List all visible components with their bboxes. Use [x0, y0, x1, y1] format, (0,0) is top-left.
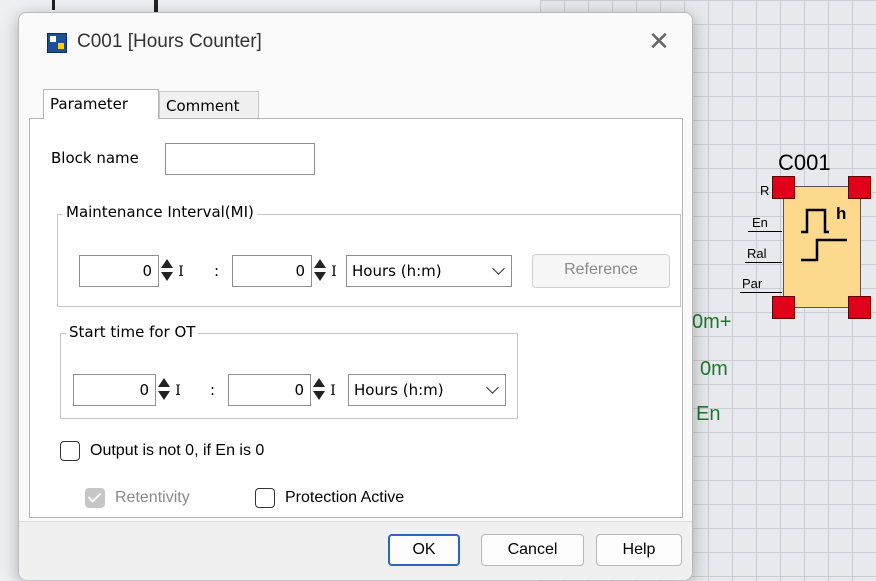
chevron-down-icon [492, 262, 505, 275]
protection-active-checkbox[interactable] [255, 488, 275, 508]
cancel-button[interactable]: Cancel [481, 534, 584, 566]
input-label-r: R [760, 183, 770, 198]
connector-pin[interactable] [848, 296, 871, 319]
input-label-en: En [752, 215, 768, 230]
mi-minutes-i-button[interactable]: I [328, 259, 340, 285]
spin-up-icon[interactable] [314, 259, 326, 268]
dialog-footer: OK Cancel Help [19, 521, 692, 580]
function-block-title: C001 [778, 150, 831, 175]
spin-up-icon[interactable] [313, 378, 325, 387]
help-button[interactable]: Help [596, 534, 682, 566]
mi-unit-value: Hours (h:m) [352, 262, 442, 280]
input-label-par: Par [742, 276, 763, 291]
output-not-zero-checkbox[interactable] [60, 441, 80, 461]
output-not-zero-label[interactable]: Output is not 0, if En is 0 [90, 442, 264, 460]
ot-unit-select[interactable]: Hours (h:m) [348, 374, 506, 406]
spin-down-icon[interactable] [314, 272, 326, 281]
spin-up-icon[interactable] [158, 378, 170, 387]
ot-minutes-i-button[interactable]: I [327, 378, 339, 404]
dialog-title: C001 [Hours Counter] [77, 31, 262, 52]
input-line [745, 262, 782, 263]
input-line [748, 231, 782, 232]
ot-minutes-input[interactable]: 0 [228, 374, 311, 406]
ot-hours-spinner[interactable] [157, 375, 171, 405]
connector-pin[interactable] [848, 176, 871, 199]
background-line [52, 0, 55, 10]
hours-counter-dialog: C001 [Hours Counter] ✕ Parameter Comment… [18, 12, 693, 580]
mi-hours-input[interactable]: 0 [79, 255, 159, 287]
connection-text: 0m [700, 358, 728, 380]
spin-down-icon[interactable] [313, 391, 325, 400]
connection-text: En [696, 403, 721, 425]
connection-text: 0m+ [692, 311, 732, 333]
app-block-icon [47, 33, 67, 53]
mi-hours-spinner[interactable] [160, 256, 174, 286]
dialog-titlebar[interactable]: C001 [Hours Counter] ✕ [19, 13, 692, 75]
block-name-input[interactable] [165, 143, 315, 175]
retentivity-checkbox[interactable] [85, 488, 105, 508]
block-name-label: Block name [51, 149, 139, 167]
parameter-panel: Block name Maintenance Interval(MI) 0 I … [29, 118, 683, 518]
connector-pin[interactable] [772, 176, 795, 199]
mi-unit-select[interactable]: Hours (h:m) [346, 255, 512, 287]
ot-hours-i-button[interactable]: I [172, 378, 184, 404]
ot-hours-input[interactable]: 0 [73, 374, 156, 406]
symbol-label: h [836, 204, 847, 223]
close-icon[interactable]: ✕ [644, 27, 674, 57]
spin-up-icon[interactable] [161, 259, 173, 268]
mi-hours-i-button[interactable]: I [175, 259, 187, 285]
tab-parameter[interactable]: Parameter [43, 89, 159, 119]
ok-button[interactable]: OK [388, 534, 460, 566]
input-line [740, 292, 782, 293]
background-line [154, 0, 158, 12]
connector-pin[interactable] [772, 296, 795, 319]
input-label-ral: Ral [747, 246, 767, 261]
mi-minutes-input[interactable]: 0 [232, 255, 312, 287]
spin-down-icon[interactable] [161, 272, 173, 281]
tab-comment[interactable]: Comment [159, 91, 259, 121]
start-time-label: Start time for OT [66, 323, 199, 341]
mi-colon: : [214, 262, 220, 280]
ot-unit-value: Hours (h:m) [354, 381, 444, 399]
spin-down-icon[interactable] [158, 391, 170, 400]
reference-button[interactable]: Reference [532, 254, 670, 288]
protection-active-label[interactable]: Protection Active [285, 489, 404, 507]
maintenance-interval-label: Maintenance Interval(MI) [63, 203, 257, 221]
retentivity-label: Retentivity [115, 489, 190, 506]
ot-colon: : [210, 381, 216, 399]
ot-minutes-spinner[interactable] [312, 375, 326, 405]
chevron-down-icon [486, 381, 499, 394]
mi-minutes-spinner[interactable] [313, 256, 327, 286]
